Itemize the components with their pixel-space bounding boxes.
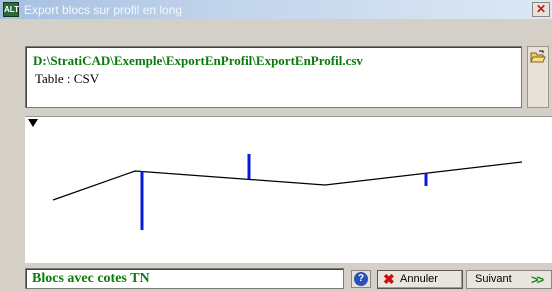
file-info-panel: D:\StratiCAD\Exemple\ExportEnProfil\Expo… xyxy=(25,46,522,108)
next-arrow-icon: >> xyxy=(531,272,544,287)
next-label: Suivant xyxy=(475,273,512,285)
window-title: Export blocs sur profil en long xyxy=(24,3,183,17)
profile-drawing xyxy=(52,154,523,230)
cancel-label: Annuler xyxy=(400,273,438,285)
help-button[interactable]: ? xyxy=(351,270,371,288)
app-icon: ALT xyxy=(3,2,19,17)
table-info: Table : CSV xyxy=(35,71,100,86)
cancel-button[interactable]: ✖ Annuler xyxy=(377,270,463,289)
file-path: D:\StratiCAD\Exemple\ExportEnProfil\Expo… xyxy=(33,53,363,68)
status-label-text: Blocs avec cotes TN xyxy=(32,271,150,286)
cancel-icon: ✖ xyxy=(383,271,395,287)
open-file-button[interactable] xyxy=(527,46,549,108)
help-icon: ? xyxy=(354,272,368,286)
open-folder-icon xyxy=(530,50,546,63)
title-bar[interactable]: ALT Export blocs sur profil en long ✕ xyxy=(0,0,552,19)
status-label: Blocs avec cotes TN xyxy=(25,268,344,289)
profile-canvas xyxy=(25,116,552,263)
close-button[interactable]: ✕ xyxy=(532,2,550,17)
next-button[interactable]: Suivant >> xyxy=(466,270,552,289)
ground-profile-line xyxy=(52,161,523,201)
start-marker-icon[interactable] xyxy=(28,119,38,127)
